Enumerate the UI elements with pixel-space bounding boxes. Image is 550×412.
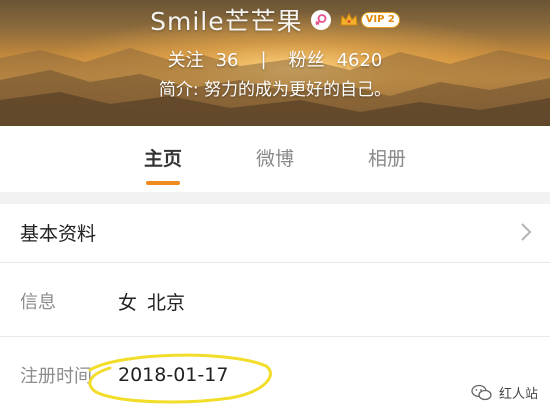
follow-count: 36 <box>215 50 239 71</box>
divider <box>0 336 550 337</box>
registration-date: 2018-01-17 <box>118 364 229 386</box>
tab-album[interactable]: 相册 <box>331 126 443 192</box>
stats-separator: | <box>260 48 267 70</box>
tab-home-label: 主页 <box>143 148 182 170</box>
location-value: 北京 <box>147 291 186 314</box>
registration-row: 注册时间 2018-01-17 <box>0 344 550 406</box>
tab-album-label: 相册 <box>367 148 406 170</box>
fans-count: 4620 <box>336 50 383 71</box>
vip-badge[interactable]: VIP 2 <box>339 12 400 28</box>
section-gap <box>0 192 550 204</box>
tab-home[interactable]: 主页 <box>107 126 219 192</box>
crown-icon <box>340 12 358 26</box>
tab-weibo-label: 微博 <box>255 148 294 170</box>
basic-info-title: 基本资料 <box>20 222 97 245</box>
profile-tabs: 主页 微博 相册 <box>0 126 550 192</box>
follow-stats-row: 关注 36 | 粉丝 4620 <box>0 44 550 74</box>
profile-bio: 简介: 努力的成为更好的自己。 <box>158 80 392 100</box>
active-tab-indicator <box>146 181 180 185</box>
fans-label: 粉丝 <box>288 50 325 71</box>
follow-label: 关注 <box>167 50 204 71</box>
info-value: 女北京 <box>118 288 185 315</box>
divider <box>0 262 550 263</box>
info-row: 信息 女北京 <box>0 270 550 332</box>
tab-weibo[interactable]: 微博 <box>219 126 331 192</box>
chevron-right-icon <box>521 223 532 241</box>
fans-stat[interactable]: 粉丝 4620 <box>289 46 383 72</box>
watermark: 红人站 <box>471 383 538 402</box>
vip-level-label: VIP 2 <box>360 12 400 28</box>
profile-nickname: Smile芒芒果 <box>150 7 303 36</box>
female-icon <box>310 10 331 30</box>
basic-info-header[interactable]: 基本资料 <box>0 204 550 260</box>
watermark-text: 红人站 <box>498 387 538 402</box>
info-label: 信息 <box>20 292 56 313</box>
nickname-row: Smile芒芒果 VIP 2 <box>0 4 550 36</box>
gender-value: 女 <box>118 291 138 314</box>
follow-stat[interactable]: 关注 36 <box>168 46 239 72</box>
profile-header-banner: Smile芒芒果 VIP 2 关注 36 | 粉丝 4620 简介: 努力的成为更好… <box>0 0 550 126</box>
registration-label: 注册时间 <box>20 366 92 387</box>
wechat-icon <box>471 384 492 400</box>
